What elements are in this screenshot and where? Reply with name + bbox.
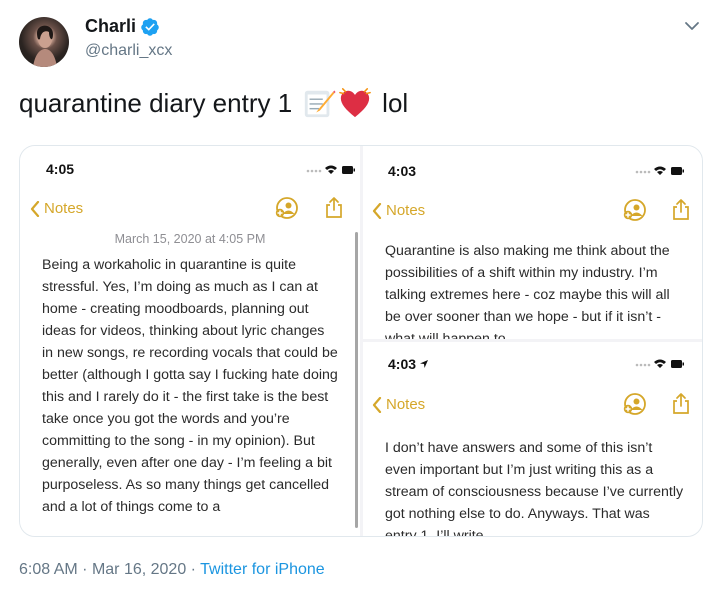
back-to-notes-button[interactable]: Notes	[372, 202, 425, 219]
status-time: 4:03	[388, 163, 417, 179]
screenshot-right-bottom[interactable]: 4:03 Notes I don’t have answers and some…	[363, 342, 702, 536]
verified-badge-icon	[141, 17, 159, 36]
meta-separator: ·	[190, 561, 196, 578]
back-label: Notes	[386, 202, 426, 219]
tweet-text-end: lol	[382, 87, 409, 118]
status-time: 4:05	[46, 161, 75, 177]
chevron-left-icon	[372, 396, 382, 413]
screenshot-left[interactable]: 4:05 Notes March 15, 2020 at 4:05 PM Bei…	[20, 146, 360, 536]
meta-separator: ·	[82, 561, 88, 578]
tweet-meta: 6:08 AM · Mar 16, 2020 · Twitter for iPh…	[19, 561, 325, 579]
back-to-notes-button[interactable]: Notes	[372, 396, 425, 413]
note-body[interactable]: Being a workaholic in quarantine is quit…	[42, 254, 338, 518]
tweet-text: quarantine diary entry 1 lol	[19, 86, 408, 120]
share-icon[interactable]	[669, 198, 693, 222]
media-grid[interactable]: 4:05 Notes March 15, 2020 at 4:05 PM Bei…	[19, 145, 703, 537]
beating-heart-emoji	[339, 88, 372, 118]
back-to-notes-button[interactable]: Notes	[30, 200, 83, 217]
status-time-row: 4:03	[388, 356, 429, 372]
share-icon[interactable]	[669, 392, 693, 416]
chevron-left-icon	[30, 200, 40, 217]
note-date: March 15, 2020 at 4:05 PM	[114, 232, 266, 246]
location-arrow-icon	[420, 360, 429, 368]
tweet-source-link[interactable]: Twitter for iPhone	[200, 561, 325, 578]
author-handle[interactable]: @charli_xcx	[85, 42, 172, 60]
back-label: Notes	[44, 200, 84, 217]
add-person-icon[interactable]	[275, 196, 299, 220]
ghost-text	[433, 156, 436, 170]
memo-emoji	[305, 90, 336, 118]
avatar[interactable]	[19, 17, 69, 67]
author-name-text[interactable]: Charli	[85, 16, 136, 37]
author-name[interactable]: Charli	[85, 16, 160, 37]
status-icons	[306, 165, 355, 174]
tweet-time[interactable]: 6:08 AM	[19, 561, 78, 578]
screenshot-right-top[interactable]: 4:03 Notes Quarantine is also making me …	[363, 146, 702, 339]
status-time: 4:03	[388, 356, 417, 372]
share-icon[interactable]	[322, 196, 346, 220]
status-icons	[635, 166, 684, 175]
note-body[interactable]: I don’t have answers and some of this is…	[385, 437, 685, 536]
add-person-icon[interactable]	[623, 198, 647, 222]
tweet-date[interactable]: Mar 16, 2020	[92, 561, 186, 578]
chevron-down-icon[interactable]	[682, 16, 702, 36]
tweet-text-main: quarantine diary entry 1	[19, 87, 293, 118]
back-label: Notes	[386, 396, 426, 413]
status-icons	[635, 359, 684, 368]
add-person-icon[interactable]	[623, 392, 647, 416]
chevron-left-icon	[372, 202, 382, 219]
note-body[interactable]: Quarantine is also making me think about…	[385, 240, 685, 339]
scrollbar[interactable]	[355, 232, 358, 528]
